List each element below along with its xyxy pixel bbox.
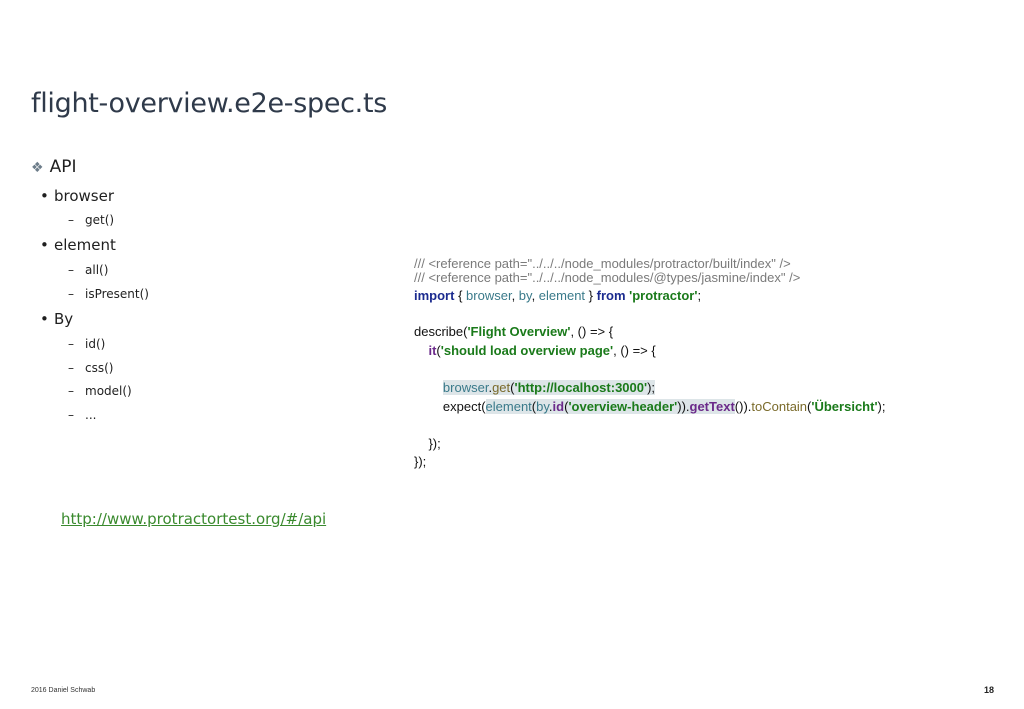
footer-author: 2016 Daniel Schwab xyxy=(31,687,96,694)
code-line-describe: describe('Flight Overview', () => { xyxy=(414,324,614,339)
code-line-browser-get: browser.get('http://localhost:3000'); xyxy=(414,379,656,397)
dash-bullet-icon: – xyxy=(68,384,74,398)
bullet-by-id: – id() xyxy=(68,337,106,351)
bullet-by-css: – css() xyxy=(68,361,114,375)
bullet-by-more: –... xyxy=(68,408,97,422)
bullet-by-model: – model() xyxy=(68,384,132,398)
dot-bullet-icon: • xyxy=(40,310,49,328)
dash-bullet-icon: – xyxy=(68,337,74,351)
dash-bullet-icon: – xyxy=(68,408,74,422)
bullet-browser: • browser xyxy=(40,187,115,205)
protractor-api-link[interactable]: http://www.protractortest.org/#/api xyxy=(61,510,326,528)
code-line-reference-2: /// <reference path="../../../node_modul… xyxy=(414,270,801,285)
dash-bullet-icon: – xyxy=(68,287,74,301)
dash-bullet-icon: – xyxy=(68,361,74,375)
diamond-bullet-icon: ❖ xyxy=(31,160,44,176)
bullet-api: ❖ API xyxy=(31,157,77,177)
code-line-import: import { browser, by, element } from 'pr… xyxy=(414,288,702,303)
dash-bullet-icon: – xyxy=(68,213,74,227)
dot-bullet-icon: • xyxy=(40,236,49,254)
code-line-expect: expect(element(by.id('overview-header'))… xyxy=(442,399,886,414)
code-highlight: browser.get('http://localhost:3000'); xyxy=(442,380,656,395)
slide-title: flight-overview.e2e-spec.ts xyxy=(31,88,388,119)
dot-bullet-icon: • xyxy=(40,187,49,205)
bullet-browser-get: – get() xyxy=(68,213,115,227)
code-line-it: it('should load overview page', () => { xyxy=(428,343,656,358)
code-line-close-it: }); xyxy=(414,436,441,451)
code-highlight: element(by.id('overview-header')).getTex… xyxy=(485,399,735,414)
bullet-element: • element xyxy=(40,236,116,254)
bullet-by: • By xyxy=(40,310,74,328)
page-number: 18 xyxy=(983,685,994,695)
bullet-element-ispresent: – isPresent() xyxy=(68,287,149,301)
code-line-close-describe: }); xyxy=(414,454,427,469)
bullet-element-all: – all() xyxy=(68,263,109,277)
dash-bullet-icon: – xyxy=(68,263,74,277)
